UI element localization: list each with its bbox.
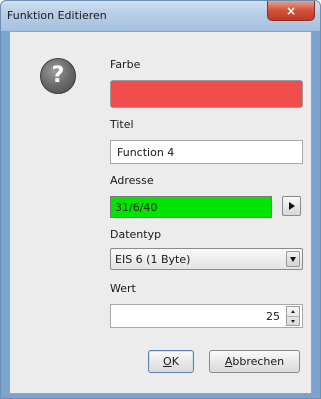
stepper-buttons xyxy=(286,306,300,326)
datatype-selected-value: EIS 6 (1 Byte) xyxy=(115,252,191,266)
stepper-up-button[interactable] xyxy=(287,307,299,316)
window-title: Funktion Editieren xyxy=(7,9,107,22)
question-icon: ? xyxy=(40,58,76,94)
address-input[interactable]: 31/6/40 xyxy=(110,196,272,218)
title-label: Titel xyxy=(110,118,134,131)
address-label: Adresse xyxy=(110,174,154,187)
value-label: Wert xyxy=(110,282,136,295)
datatype-label: Datentyp xyxy=(110,228,162,241)
dialog-window: Funktion Editieren × ? Farbe Titel Funct… xyxy=(0,0,321,399)
cancel-button[interactable]: Abbrechen xyxy=(209,350,300,373)
ok-button[interactable]: OK xyxy=(148,350,194,373)
play-icon xyxy=(288,202,295,210)
value-stepper[interactable]: 25 xyxy=(110,304,303,328)
question-glyph: ? xyxy=(51,63,65,88)
color-label: Farbe xyxy=(110,58,141,71)
stepper-down-button[interactable] xyxy=(287,317,299,326)
cancel-mnemonic: A xyxy=(224,355,233,368)
ok-mnemonic: O xyxy=(163,355,172,368)
arrow-down-icon xyxy=(291,320,295,323)
ok-label: K xyxy=(171,355,179,368)
dialog-content: ? Farbe Titel Function 4 Adresse 31/6/40… xyxy=(9,31,312,394)
address-browse-button[interactable] xyxy=(282,196,301,216)
close-icon: × xyxy=(285,3,297,18)
title-bar[interactable]: Funktion Editieren × xyxy=(1,1,320,31)
close-button[interactable]: × xyxy=(267,1,315,21)
chevron-down-icon[interactable] xyxy=(286,251,300,267)
color-swatch-button[interactable] xyxy=(110,80,303,108)
value-number: 25 xyxy=(266,309,280,323)
datatype-select[interactable]: EIS 6 (1 Byte) xyxy=(110,248,303,270)
cancel-label: bbrechen xyxy=(232,355,285,368)
title-input[interactable]: Function 4 xyxy=(110,140,303,164)
arrow-up-icon xyxy=(291,310,295,313)
